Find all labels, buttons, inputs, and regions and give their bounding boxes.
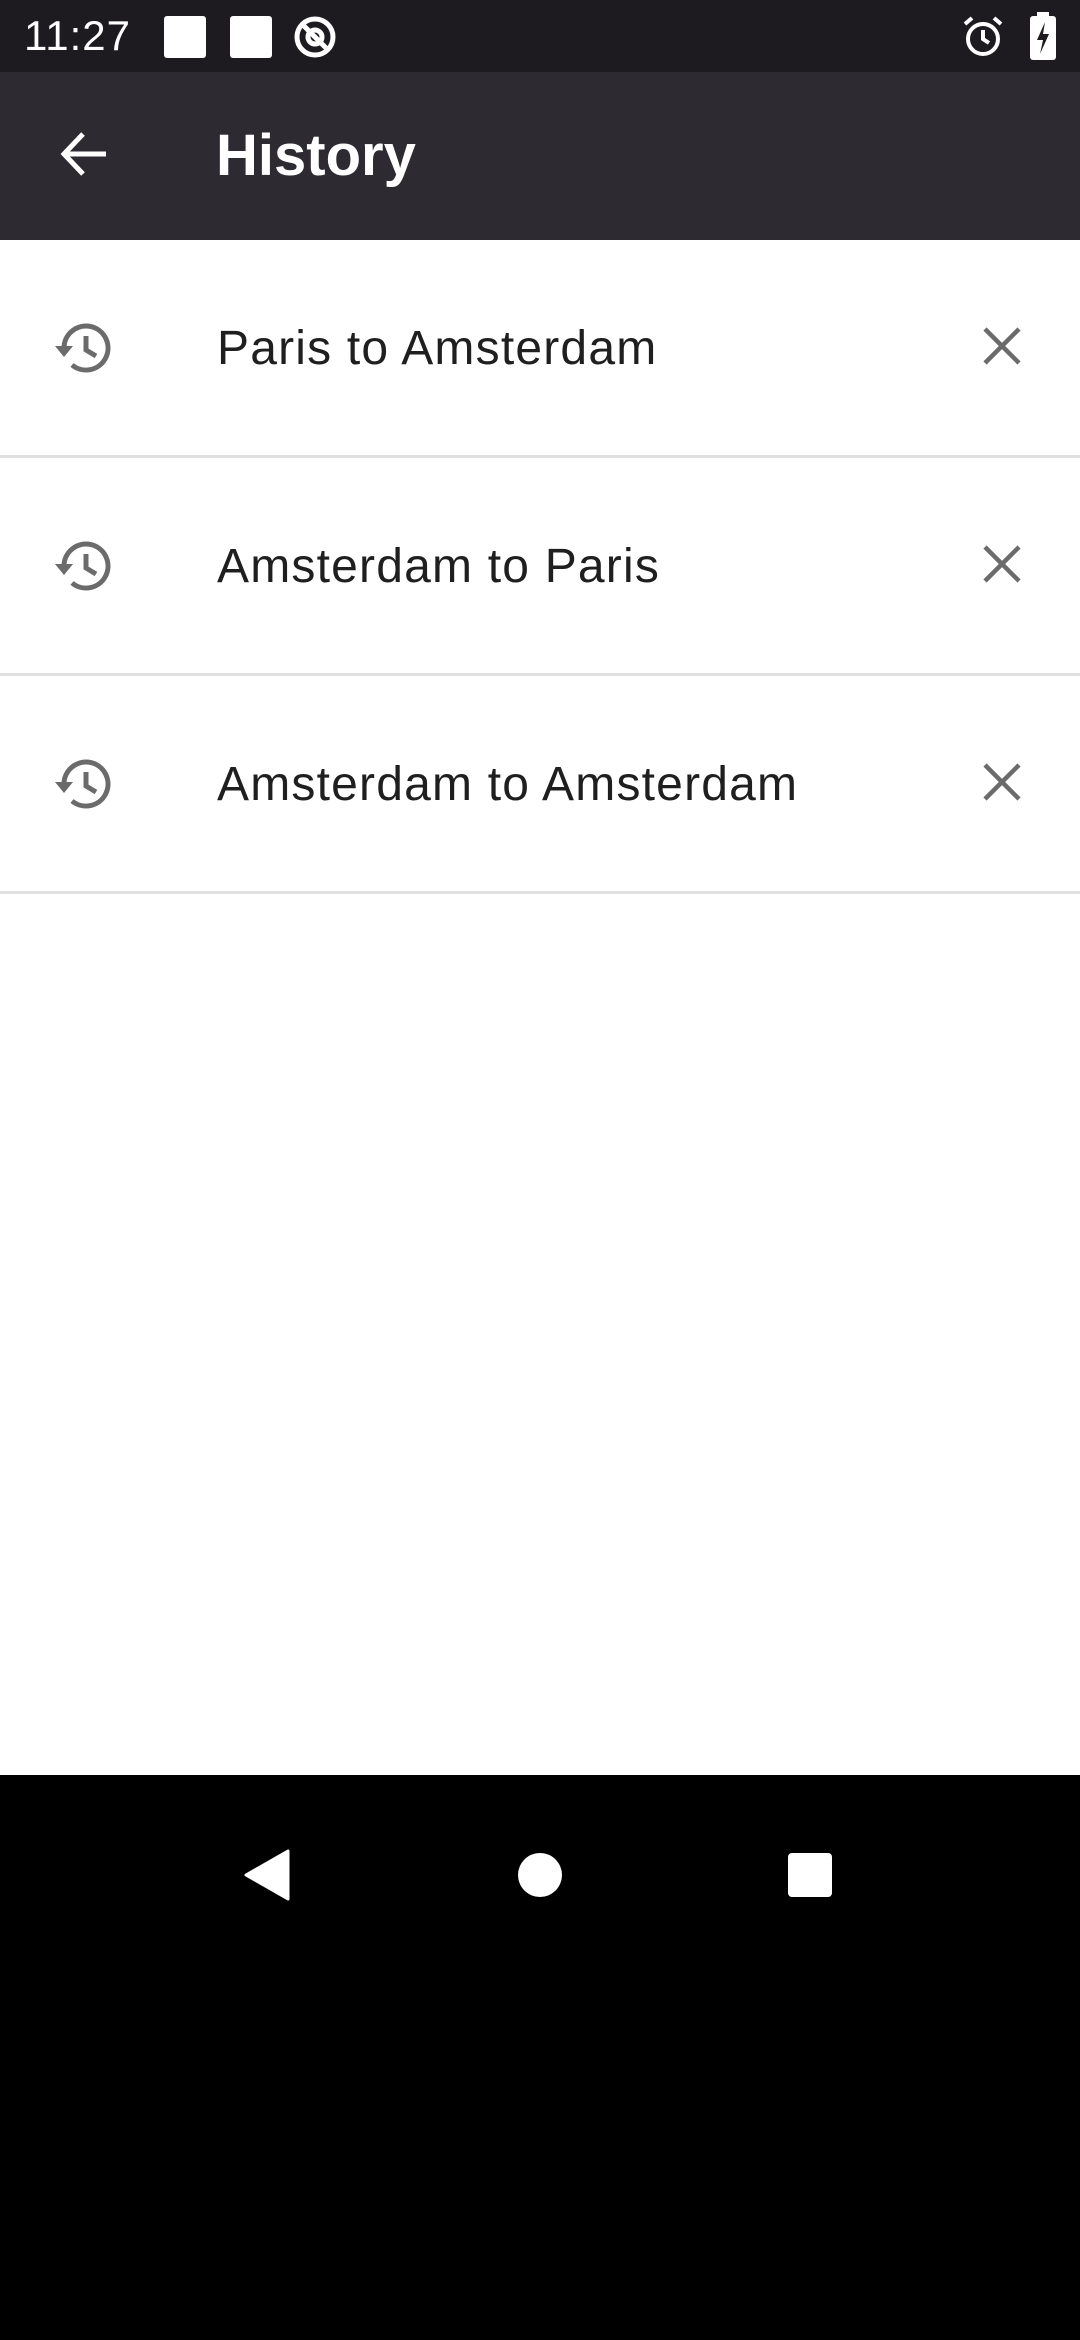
history-icon [48, 312, 120, 384]
nav-home-button[interactable] [490, 1825, 590, 1925]
status-bar: 11:27 [0, 0, 1080, 72]
battery-charging-icon [1028, 12, 1058, 67]
alarm-icon [960, 14, 1006, 65]
history-item-label: Amsterdam to Amsterdam [217, 758, 799, 811]
status-time: 11:27 [24, 12, 131, 59]
close-icon [983, 763, 1021, 801]
remove-history-button[interactable] [960, 522, 1044, 606]
notification-square-icon [228, 14, 274, 65]
history-icon [48, 748, 120, 820]
nav-back-button[interactable] [218, 1825, 318, 1925]
app-bar: History [0, 72, 1080, 240]
close-icon [983, 545, 1021, 583]
nav-back-icon [244, 1849, 290, 1901]
notification-square-icon [162, 14, 208, 65]
nav-home-icon [518, 1853, 562, 1897]
history-item[interactable]: Amsterdam to Amsterdam [0, 676, 1080, 894]
history-item[interactable]: Paris to Amsterdam [0, 240, 1080, 458]
remove-history-button[interactable] [960, 304, 1044, 388]
at-sign-icon [292, 14, 338, 65]
history-item-label: Amsterdam to Paris [217, 540, 661, 593]
arrow-back-icon [56, 126, 112, 187]
page-title: History [216, 123, 416, 188]
history-item-label: Paris to Amsterdam [217, 322, 658, 375]
remove-history-button[interactable] [960, 740, 1044, 824]
close-icon [983, 327, 1021, 365]
history-list: Paris to Amsterdam Amsterdam to Paris Am… [0, 240, 1080, 1775]
navigation-bar [0, 1775, 1080, 2340]
nav-recents-button[interactable] [760, 1825, 860, 1925]
nav-recents-icon [788, 1853, 832, 1897]
history-item[interactable]: Amsterdam to Paris [0, 458, 1080, 676]
back-button[interactable] [34, 106, 134, 206]
screen: 11:27 History Paris to Amsterdam Amsterd… [0, 0, 1080, 2340]
history-icon [48, 530, 120, 602]
